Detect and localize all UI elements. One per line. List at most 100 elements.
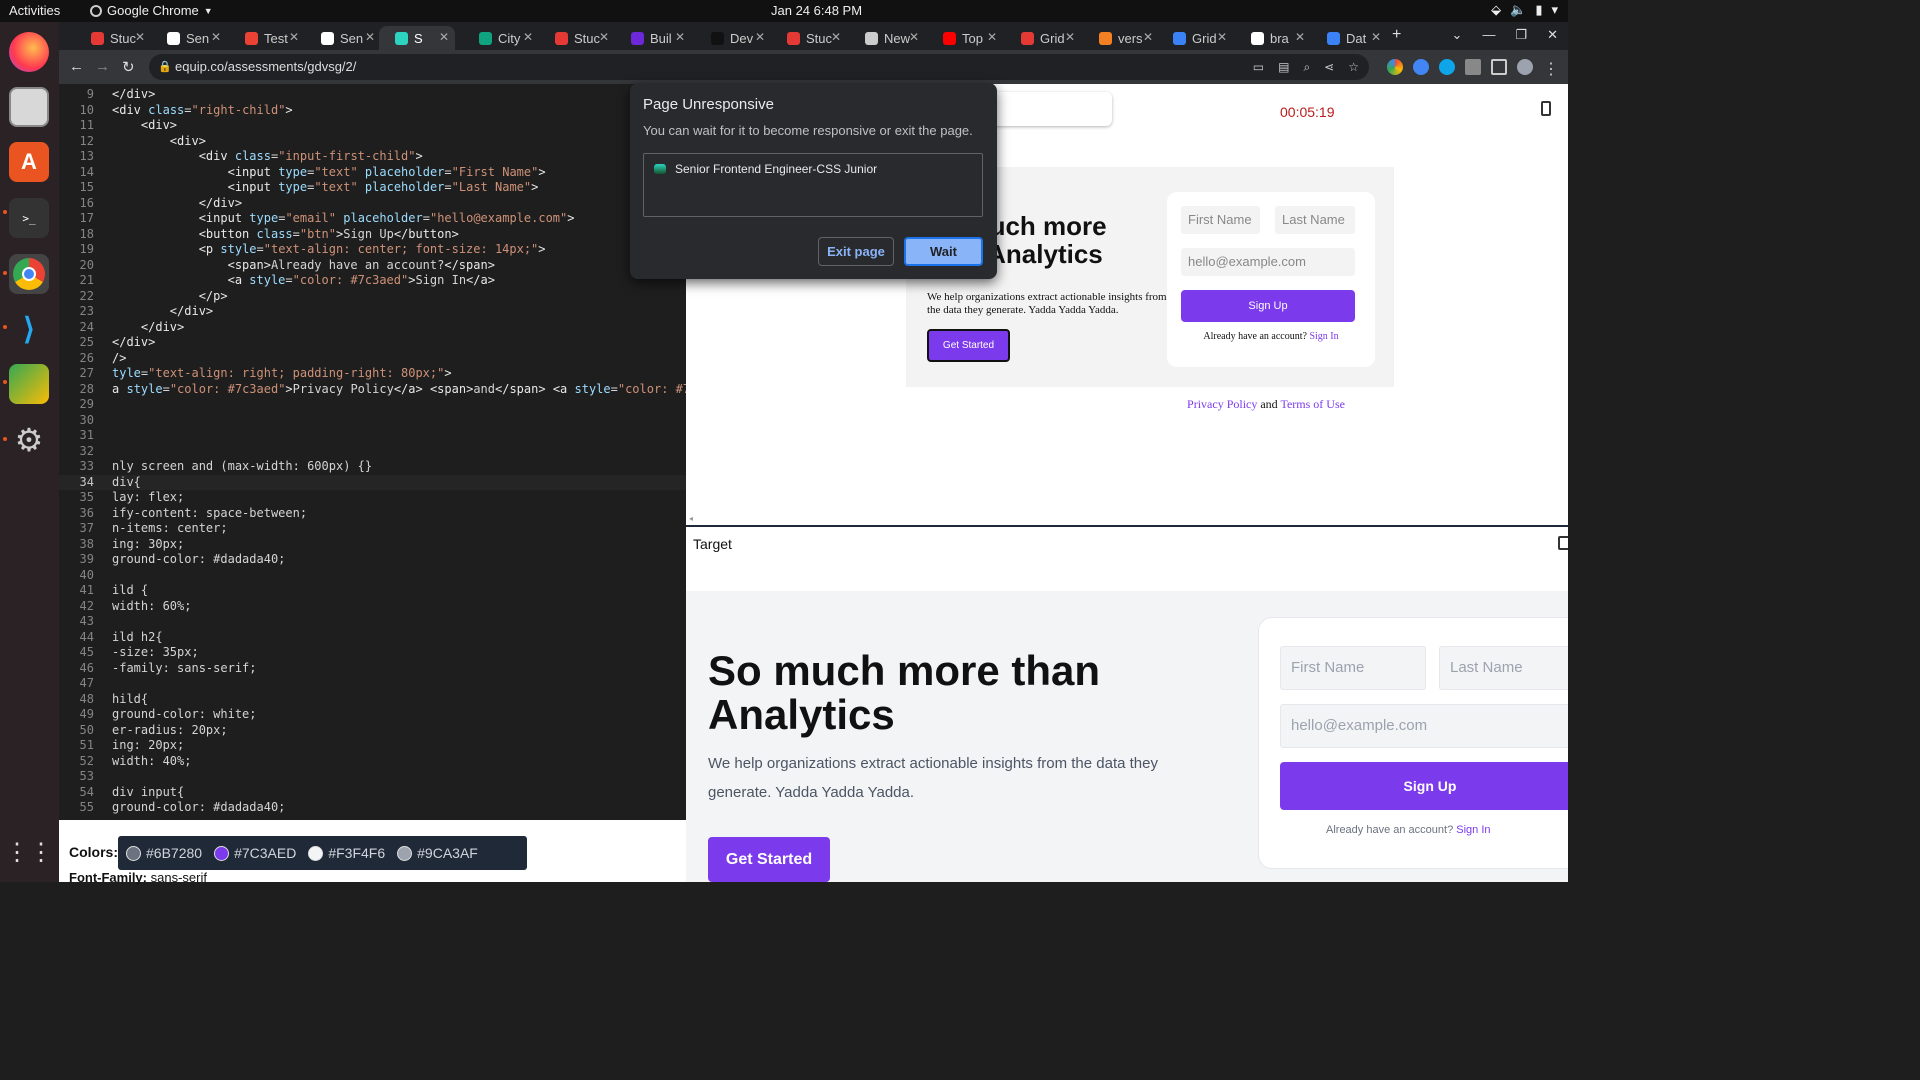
tab-2[interactable]: Sen ✕ <box>151 26 227 50</box>
code-line[interactable]: 42 width: 60%; <box>59 599 686 615</box>
tab-17[interactable]: Dat ✕ <box>1311 26 1387 50</box>
extension-1-icon[interactable] <box>1387 59 1403 75</box>
color-chip[interactable]: #7C3AED <box>214 845 296 861</box>
code-line[interactable]: 22 </p> <box>59 289 686 305</box>
code-editor[interactable]: 9 </div> 10 <div class="right-child"> 11 <di… <box>59 84 686 820</box>
code-line[interactable]: 9 </div> <box>59 87 686 103</box>
tab-4[interactable]: Sen ✕ <box>305 26 381 50</box>
code-line[interactable]: 18 <button class="btn">Sign Up</button> <box>59 227 686 243</box>
code-line[interactable]: 17 <input type="email" placeholder="hell… <box>59 211 686 227</box>
tab-15[interactable]: Grid ✕ <box>1157 26 1233 50</box>
color-chip[interactable]: #6B7280 <box>126 845 202 861</box>
system-tray[interactable]: ⬙ 🔈 ▮ ▾ <box>1491 2 1558 18</box>
code-line[interactable]: 11 <div> <box>59 118 686 134</box>
target-last-name-input[interactable]: Last Name <box>1439 646 1568 690</box>
tab-close-icon[interactable]: ✕ <box>289 30 299 44</box>
output-sign-in-link[interactable]: Sign In <box>1309 331 1338 342</box>
code-line[interactable]: 20 <span>Already have an account?</span> <box>59 258 686 274</box>
tab-close-icon[interactable]: ✕ <box>987 30 997 44</box>
tab-7[interactable]: Stuc ✕ <box>539 26 615 50</box>
code-line[interactable]: 30 <box>59 413 686 429</box>
tab-close-icon[interactable]: ✕ <box>1065 30 1075 44</box>
menu-kebab-icon[interactable]: ⋮ <box>1543 59 1559 78</box>
tab-search-icon[interactable]: ⌄ <box>1452 27 1463 43</box>
tab-close-icon[interactable]: ✕ <box>211 30 221 44</box>
tab-9[interactable]: Dev ✕ <box>695 26 771 50</box>
tab-close-icon[interactable]: ✕ <box>831 30 841 44</box>
code-line[interactable]: 53 <box>59 769 686 785</box>
clock[interactable]: Jan 24 6:48 PM <box>771 3 862 18</box>
tab-6[interactable]: City ✕ <box>463 26 539 50</box>
code-line[interactable]: 35 lay: flex; <box>59 490 686 506</box>
tab-close-icon[interactable]: ✕ <box>523 30 533 44</box>
code-line[interactable]: 26 /> <box>59 351 686 367</box>
activities-button[interactable]: Activities <box>9 3 60 18</box>
code-line[interactable]: 37 n-items: center; <box>59 521 686 537</box>
chrome-icon[interactable] <box>9 254 49 294</box>
clipboard-icon[interactable]: ▤ <box>1278 54 1289 80</box>
code-line[interactable]: 50 er-radius: 20px; <box>59 723 686 739</box>
app-menu[interactable]: Google Chrome ▼ <box>90 3 213 18</box>
tab-3[interactable]: Test ✕ <box>229 26 305 50</box>
new-tab-icon[interactable]: + <box>1392 26 1401 44</box>
extension-2-icon[interactable] <box>1413 59 1429 75</box>
chat-icon[interactable] <box>9 364 49 404</box>
code-line[interactable]: 15 <input type="text" placeholder="Last … <box>59 180 686 196</box>
output-last-name-input[interactable]: Last Name <box>1275 206 1355 234</box>
code-line[interactable]: 12 <div> <box>59 134 686 150</box>
code-line[interactable]: 19 <p style="text-align: center; font-si… <box>59 242 686 258</box>
code-line[interactable]: 32 <box>59 444 686 460</box>
settings-icon[interactable]: ⚙ <box>9 420 49 460</box>
tab-close-icon[interactable]: ✕ <box>599 30 609 44</box>
tab-close-icon[interactable]: ✕ <box>1143 30 1153 44</box>
minimize-icon[interactable]: — <box>1482 27 1495 43</box>
code-line[interactable]: 41 ild { <box>59 583 686 599</box>
tab-close-icon[interactable]: ✕ <box>135 30 145 44</box>
code-line[interactable]: 47 <box>59 676 686 692</box>
camera-icon[interactable]: ▭ <box>1253 54 1264 80</box>
maximize-icon[interactable]: ❐ <box>1515 27 1527 43</box>
tab-8[interactable]: Buil ✕ <box>615 26 691 50</box>
output-terms-link[interactable]: Terms of Use <box>1280 397 1344 411</box>
output-first-name-input[interactable]: First Name <box>1181 206 1260 234</box>
code-line[interactable]: 48 hild{ <box>59 692 686 708</box>
tab-5[interactable]: S ✕ <box>379 26 455 50</box>
forward-icon[interactable]: → <box>95 58 110 75</box>
output-sign-up-button[interactable]: Sign Up <box>1181 290 1355 322</box>
tab-close-icon[interactable]: ✕ <box>1371 30 1381 44</box>
tab-10[interactable]: Stuc ✕ <box>771 26 847 50</box>
target-first-name-input[interactable]: First Name <box>1280 646 1426 690</box>
scroll-left-arrow-icon[interactable]: ◂ <box>689 514 693 523</box>
zoom-icon[interactable]: ⌕ <box>1303 54 1310 80</box>
output-email-input[interactable]: hello@example.com <box>1181 248 1355 276</box>
preview-input-box[interactable] <box>986 92 1112 126</box>
wait-button[interactable]: Wait <box>904 237 983 266</box>
close-window-icon[interactable]: ✕ <box>1547 27 1558 43</box>
code-line[interactable]: 54 div input{ <box>59 785 686 801</box>
code-line[interactable]: 23 </div> <box>59 304 686 320</box>
code-line[interactable]: 10 <div class="right-child"> <box>59 103 686 119</box>
code-line[interactable]: 55 ground-color: #dadada40; <box>59 800 686 816</box>
code-line[interactable]: 51 ing: 20px; <box>59 738 686 754</box>
code-line[interactable]: 46 -family: sans-serif; <box>59 661 686 677</box>
color-chip[interactable]: #F3F4F6 <box>308 845 385 861</box>
code-line[interactable]: 44 ild h2{ <box>59 630 686 646</box>
code-line[interactable]: 25 </div> <box>59 335 686 351</box>
app-grid-icon[interactable]: ⋮⋮ <box>5 832 53 872</box>
sidepanel-icon[interactable] <box>1491 59 1507 75</box>
code-line[interactable]: 34 div{ <box>59 474 686 490</box>
target-get-started-button[interactable]: Get Started <box>708 837 830 882</box>
code-line[interactable]: 33 nly screen and (max-width: 600px) {} <box>59 459 686 475</box>
code-line[interactable]: 39 ground-color: #dadada40; <box>59 552 686 568</box>
output-privacy-link[interactable]: Privacy Policy <box>1187 397 1257 411</box>
files-icon[interactable] <box>9 87 49 127</box>
profile-avatar[interactable] <box>1517 59 1533 75</box>
back-icon[interactable]: ← <box>69 58 84 75</box>
tab-16[interactable]: bra ✕ <box>1235 26 1311 50</box>
code-line[interactable]: 38 ing: 30px; <box>59 537 686 553</box>
share-icon[interactable]: ⋖ <box>1324 54 1334 80</box>
code-line[interactable]: 28 a style="color: #7c3aed">Privacy Polic… <box>59 382 686 398</box>
code-line[interactable]: 52 width: 40%; <box>59 754 686 770</box>
exit-page-button[interactable]: Exit page <box>818 237 894 266</box>
code-line[interactable]: 14 <input type="text" placeholder="First… <box>59 165 686 181</box>
